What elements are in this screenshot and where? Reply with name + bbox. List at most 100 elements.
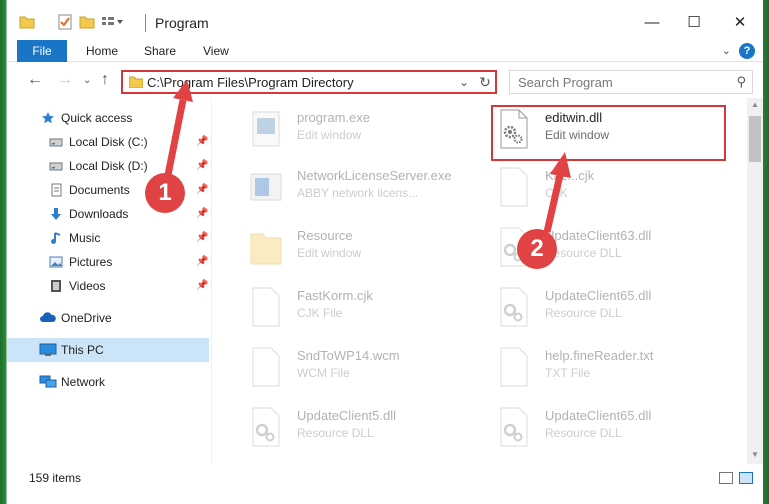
navigation-pane: Quick access Local Disk (C:) 📌 Local Dis… <box>7 98 212 464</box>
file-item[interactable]: program.exe Edit window <box>241 102 481 158</box>
large-icons-view-icon[interactable] <box>739 472 753 484</box>
pin-icon[interactable]: 📌 <box>196 154 208 178</box>
file-name: UpdateClient63.dll <box>545 228 652 243</box>
exe-icon <box>252 111 280 147</box>
file-type: Edit window <box>297 128 362 142</box>
file-item[interactable]: help.fineReader.txt TXT File <box>489 340 729 396</box>
file-type: WCM File <box>297 366 350 380</box>
file-name: help.fineReader.txt <box>545 348 654 363</box>
sidebar-item-this-pc[interactable]: This PC <box>7 338 209 362</box>
sidebar-item-local-disk-d[interactable]: Local Disk (D:) 📌 <box>7 154 209 178</box>
status-bar: 159 items <box>7 464 763 490</box>
videos-icon <box>51 280 61 292</box>
file-item[interactable]: SndToWP14.wcm WCM File <box>241 340 481 396</box>
documents-icon <box>51 183 62 197</box>
computer-icon <box>39 343 57 356</box>
sidebar-item-label: Music <box>69 231 101 245</box>
sidebar-item-music[interactable]: Music 📌 <box>7 226 209 250</box>
file-icon <box>500 347 528 387</box>
maximize-button[interactable]: ☐ <box>671 8 717 38</box>
vertical-scrollbar[interactable]: ▲ ▼ <box>747 98 763 464</box>
file-item[interactable]: Resource Edit window <box>241 220 481 276</box>
close-button[interactable]: ✕ <box>717 8 763 38</box>
pin-icon[interactable]: 📌 <box>196 226 208 250</box>
file-item[interactable]: NetworkLicenseServer.exe ABBY network li… <box>241 160 481 216</box>
recent-locations-icon[interactable]: ⌄ <box>83 75 91 86</box>
file-item[interactable]: UpdateClient65.dll Resource DLL <box>489 400 729 456</box>
sidebar-item-network[interactable]: Network <box>7 370 209 394</box>
back-arrow-icon[interactable]: ← <box>27 71 43 89</box>
sidebar-item-label: Local Disk (D:) <box>69 159 148 173</box>
network-icon <box>39 375 57 388</box>
file-type: CJK File <box>297 306 343 320</box>
cloud-icon <box>40 312 56 322</box>
details-view-icon[interactable] <box>719 472 733 484</box>
file-type: Resource DLL <box>297 426 374 440</box>
forward-arrow-icon[interactable]: → <box>57 71 73 89</box>
ribbon-tabs: File Home Share View ⌄ ? <box>7 40 763 96</box>
sidebar-item-videos[interactable]: Videos 📌 <box>7 274 209 298</box>
file-name: Resource <box>297 228 353 243</box>
address-path: C:\Program Files\Program Directory <box>147 75 354 90</box>
sidebar-item-onedrive[interactable]: OneDrive <box>7 306 209 330</box>
up-arrow-icon[interactable]: ↑ <box>101 71 109 89</box>
tab-share[interactable]: Share <box>144 40 176 62</box>
expand-ribbon-icon[interactable]: ⌄ <box>722 44 731 57</box>
file-name: FastKorm.cjk <box>297 288 373 303</box>
navigation-bar: ← → ⌄ ↑ C:\Program Files\Program Directo… <box>7 62 763 98</box>
file-name: SndToWP14.wcm <box>297 348 400 363</box>
address-folder-icon <box>129 76 143 88</box>
pin-icon[interactable]: 📌 <box>196 178 208 202</box>
window-title: Program <box>155 15 209 31</box>
file-item[interactable]: UpdateClient5.dll Resource DLL <box>241 400 481 456</box>
pin-icon[interactable]: 📌 <box>196 130 208 154</box>
pin-icon[interactable]: 📌 <box>196 250 208 274</box>
search-placeholder: Search Program <box>518 75 613 90</box>
file-name: UpdateClient65.dll <box>545 408 652 423</box>
title-bar: Program — ☐ ✕ <box>7 0 763 40</box>
exe-icon <box>250 173 282 201</box>
sidebar-item-label: Network <box>61 375 106 389</box>
address-bar[interactable]: C:\Program Files\Program Directory ⌄ <box>121 70 497 94</box>
sidebar-item-label: Documents <box>69 183 130 197</box>
scroll-down-icon[interactable]: ▼ <box>751 450 759 459</box>
folder-icon <box>250 233 282 265</box>
sidebar-item-label: Pictures <box>69 255 113 269</box>
help-icon[interactable]: ? <box>739 43 755 59</box>
file-name: UpdateClient5.dll <box>297 408 397 423</box>
new-folder-icon[interactable] <box>79 14 95 30</box>
drive-icon <box>49 138 63 147</box>
refresh-icon[interactable]: ↻ <box>475 70 497 94</box>
file-list: program.exe Edit window editwin.dll Edit… <box>221 98 747 464</box>
dll-gear-icon <box>252 407 280 447</box>
scroll-thumb[interactable] <box>749 116 761 162</box>
file-item[interactable]: FastKorm.cjk CJK File <box>241 280 481 336</box>
sidebar-item-pictures[interactable]: Pictures 📌 <box>7 250 209 274</box>
pin-icon[interactable]: 📌 <box>196 202 208 226</box>
file-icon <box>500 167 528 207</box>
customize-toolbar-icon[interactable] <box>101 14 125 30</box>
minimize-button[interactable]: — <box>629 8 675 38</box>
file-icon <box>252 287 280 327</box>
sidebar-item-label: OneDrive <box>61 311 112 325</box>
tab-view[interactable]: View <box>203 40 229 62</box>
callout-badge-1: 1 <box>145 173 185 213</box>
search-icon: ⚲ <box>736 74 746 89</box>
pin-icon[interactable]: 📌 <box>196 274 208 298</box>
file-name: UpdateClient65.dll <box>545 288 652 303</box>
file-item[interactable]: Kaz...cjk CJK <box>489 160 729 216</box>
callout-badge-2: 2 <box>517 229 557 269</box>
file-item[interactable]: UpdateClient65.dll Resource DLL <box>489 280 729 336</box>
tab-home[interactable]: Home <box>86 40 118 62</box>
explorer-window: Program — ☐ ✕ File Home Share View ⌄ ? ←… <box>7 0 763 504</box>
file-type: Edit window <box>297 246 362 260</box>
title-separator <box>145 14 146 32</box>
scroll-up-icon[interactable]: ▲ <box>751 100 759 109</box>
sidebar-item-quick-access[interactable]: Quick access <box>7 106 209 130</box>
sidebar-item-local-disk-c[interactable]: Local Disk (C:) 📌 <box>7 130 209 154</box>
music-icon <box>51 232 61 244</box>
search-input[interactable]: Search Program ⚲ <box>509 70 753 94</box>
folder-icon <box>19 16 35 29</box>
address-dropdown-icon[interactable]: ⌄ <box>459 75 469 89</box>
properties-icon[interactable] <box>57 14 73 30</box>
